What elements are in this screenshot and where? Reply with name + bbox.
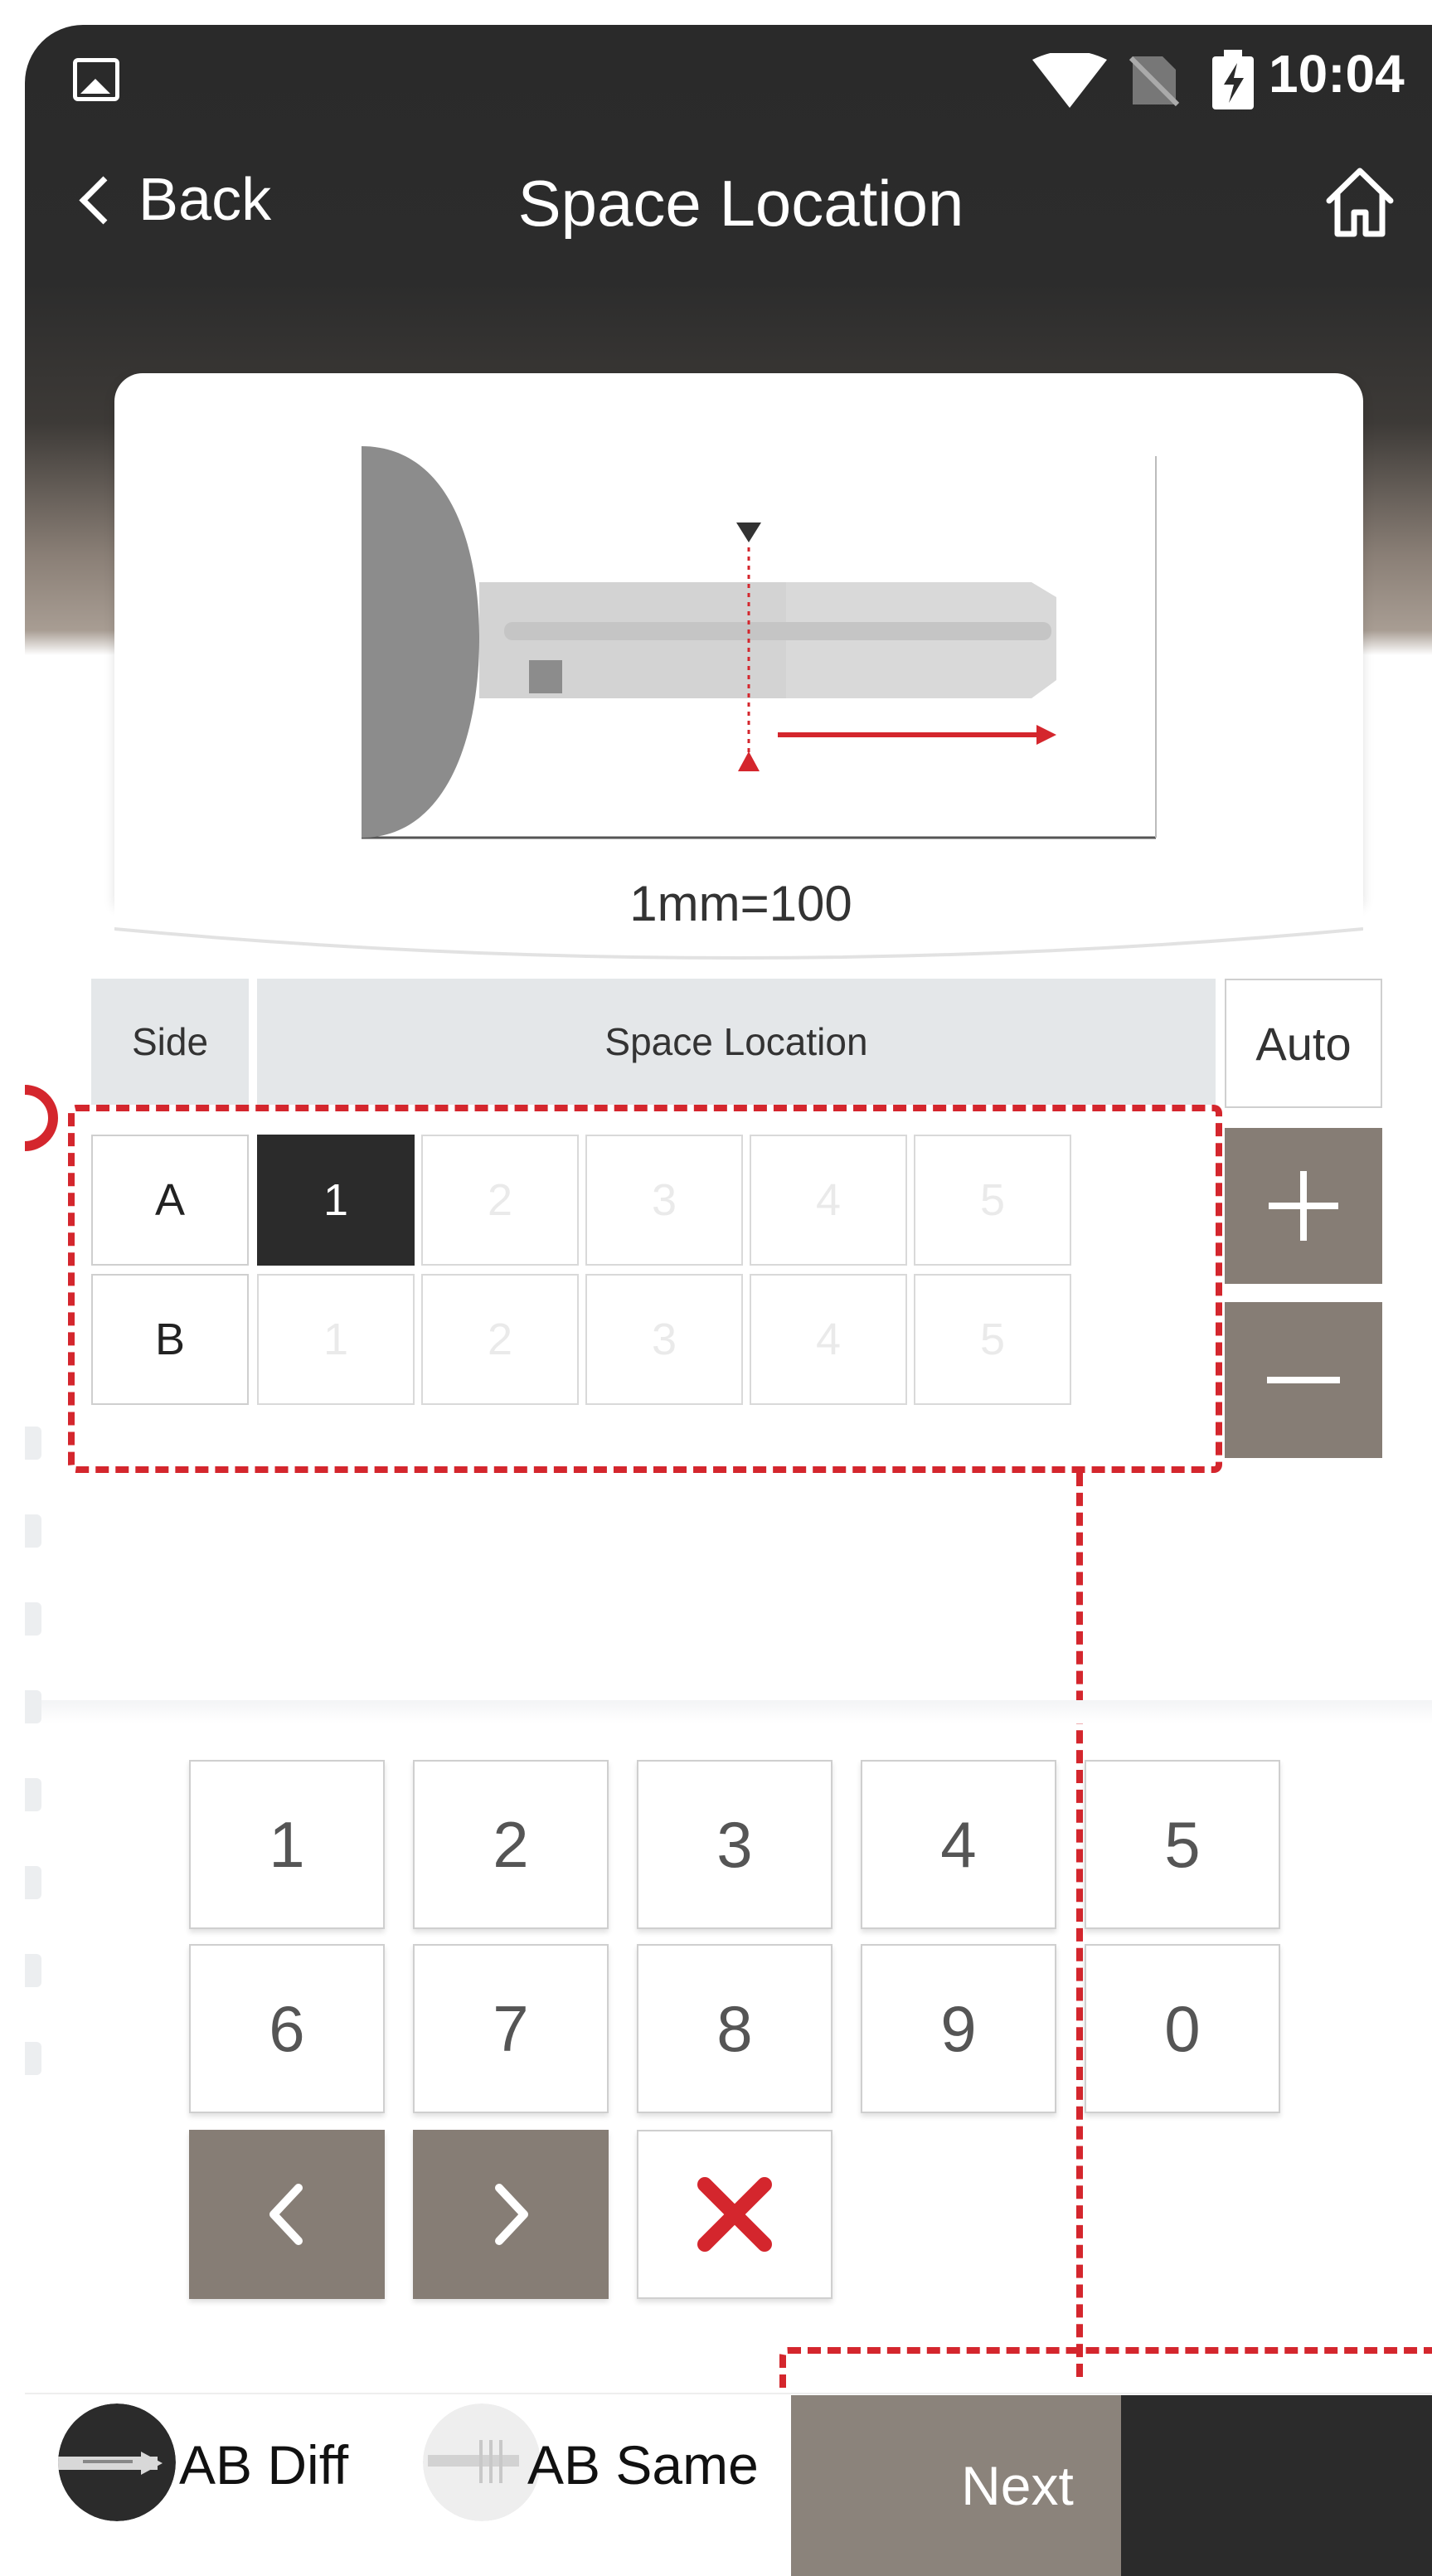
key-8[interactable]: 8 xyxy=(637,1944,833,2113)
image-icon xyxy=(73,58,119,101)
key-5[interactable]: 5 xyxy=(1085,1760,1280,1929)
key-9[interactable]: 9 xyxy=(861,1944,1056,2113)
ab-diff-mode-button[interactable]: AB Diff xyxy=(58,2403,406,2536)
ab-same-label: AB Same xyxy=(527,2434,759,2496)
key-ab-same-icon xyxy=(423,2403,541,2521)
key-diagram xyxy=(362,446,1157,839)
annotation-dashed-connector xyxy=(1076,1473,1083,2377)
scale-label: 1mm=100 xyxy=(629,876,852,931)
key-diagram-card xyxy=(114,373,1363,904)
plus-button[interactable] xyxy=(1225,1128,1382,1284)
side-header: Side xyxy=(91,979,249,1105)
key-1[interactable]: 1 xyxy=(189,1760,385,1929)
home-icon[interactable] xyxy=(1323,164,1397,239)
chevron-left-icon xyxy=(269,2184,303,2245)
battery-charging-icon xyxy=(1212,50,1254,109)
key-0[interactable]: 0 xyxy=(1085,1944,1280,2113)
annotation-marker xyxy=(25,1085,58,1151)
clear-button[interactable] xyxy=(637,2130,833,2299)
close-icon xyxy=(697,2177,772,2252)
minus-button[interactable] xyxy=(1225,1302,1382,1458)
prev-button[interactable] xyxy=(189,2130,385,2299)
section-divider xyxy=(25,1700,1432,1723)
wifi-icon xyxy=(1032,53,1107,108)
app-screen: 10:04 Space Location Back 1mm=100 Side S… xyxy=(25,25,1432,2576)
back-label: Back xyxy=(138,167,272,233)
minus-icon xyxy=(1267,1377,1340,1383)
plus-icon xyxy=(1269,1171,1338,1241)
ab-diff-label: AB Diff xyxy=(179,2434,349,2496)
no-sim-icon xyxy=(1129,56,1180,107)
chevron-left-icon xyxy=(79,176,128,224)
key-6[interactable]: 6 xyxy=(189,1944,385,2113)
back-button[interactable]: Back xyxy=(75,166,271,234)
left-edge-tabs xyxy=(25,1427,41,2130)
annotation-dashed-box xyxy=(68,1105,1222,1473)
space-location-header: Space Location xyxy=(257,979,1216,1105)
status-time: 10:04 xyxy=(1269,44,1405,104)
key-2[interactable]: 2 xyxy=(413,1760,609,1929)
next-position-button[interactable] xyxy=(413,2130,609,2299)
status-bar: 10:04 xyxy=(25,25,1432,124)
key-7[interactable]: 7 xyxy=(413,1944,609,2113)
key-3[interactable]: 3 xyxy=(637,1760,833,1929)
ab-same-mode-button[interactable]: AB Same xyxy=(423,2403,788,2536)
key-4[interactable]: 4 xyxy=(861,1760,1056,1929)
auto-button[interactable]: Auto xyxy=(1225,979,1382,1108)
key-ab-diff-icon xyxy=(58,2403,176,2521)
next-label: Next xyxy=(961,2455,1074,2516)
chevron-right-icon xyxy=(495,2184,528,2245)
